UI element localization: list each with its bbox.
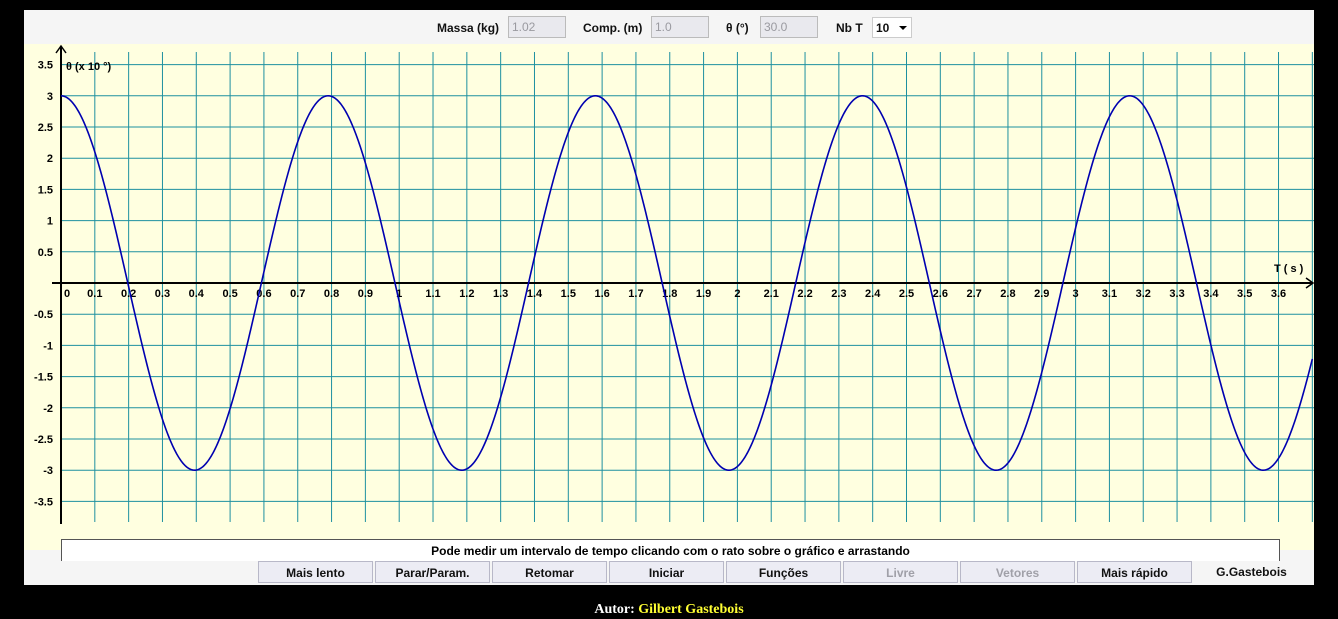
y-tick-label: 2.5	[38, 122, 53, 134]
author-label: Autor:	[594, 602, 635, 617]
y-tick-label: 3.5	[38, 60, 53, 72]
angle-field[interactable]: 30.0	[760, 16, 818, 38]
x-tick-label: 1.9	[696, 288, 711, 300]
y-tick-label: -2	[43, 403, 53, 415]
x-tick-label: 3.6	[1271, 288, 1286, 300]
x-tick-label: 2.7	[966, 288, 981, 300]
button-vetores: Vetores	[960, 561, 1075, 583]
y-tick-label: 1	[47, 216, 53, 228]
x-tick-label: 3	[1073, 288, 1079, 300]
x-tick-label: 3.3	[1169, 288, 1184, 300]
nbt-selected-value: 10	[876, 21, 890, 35]
axes	[52, 44, 1314, 524]
button-iniciar[interactable]: Iniciar	[609, 561, 724, 583]
x-tick-label: 0	[64, 288, 70, 300]
y-tick-label: -3.5	[34, 496, 53, 508]
y-tick-label: 1.5	[38, 184, 53, 196]
nbt-select[interactable]: 10	[872, 17, 912, 38]
x-tick-label: 1.7	[628, 288, 643, 300]
x-tick-label: 0.8	[324, 288, 339, 300]
angle-time-chart[interactable]: 0 0.1 0.2 0.3 0.4 0.5 0.6 0.7 0.8 0.9 1 1.1 1.2 1.3 1.…	[24, 44, 1314, 550]
x-tick-label: 2.4	[865, 288, 881, 300]
angle-label: θ (°)	[726, 21, 749, 35]
graph-area[interactable]: 0 0.1 0.2 0.3 0.4 0.5 0.6 0.7 0.8 0.9 1 1.1 1.2 1.3 1.…	[24, 44, 1314, 550]
x-tick-label: 3.1	[1102, 288, 1117, 300]
x-tick-label: 3.5	[1237, 288, 1252, 300]
x-tick-label: 1.2	[459, 288, 474, 300]
button-retomar[interactable]: Retomar	[492, 561, 607, 583]
x-tick-label: 2.8	[1000, 288, 1015, 300]
button-mais-r-pido[interactable]: Mais rápido	[1077, 561, 1192, 583]
x-tick-label: 0.4	[189, 288, 205, 300]
author-footer: Autor: Gilbert Gastebois	[0, 602, 1338, 618]
button-mais-lento[interactable]: Mais lento	[258, 561, 373, 583]
x-tick-label: 1.4	[527, 288, 543, 300]
y-tick-label: -0.5	[34, 309, 53, 321]
x-tick-label: 1.5	[561, 288, 576, 300]
x-tick-label: 2.3	[831, 288, 846, 300]
button-parar-param[interactable]: Parar/Param.	[375, 561, 490, 583]
length-label: Comp. (m)	[583, 21, 643, 35]
nbt-label: Nb T	[836, 21, 863, 35]
button-fun-es[interactable]: Funções	[726, 561, 841, 583]
x-tick-label: 2.2	[797, 288, 812, 300]
x-tick-label: 0.7	[290, 288, 305, 300]
y-tick-label: 2	[47, 153, 53, 165]
y-tick-label: -3	[43, 465, 53, 477]
x-tick-label: 2.1	[764, 288, 779, 300]
mass-label: Massa (kg)	[437, 21, 500, 35]
author-name: Gilbert Gastebois	[638, 602, 744, 617]
x-tick-label: 0.9	[358, 288, 373, 300]
pendulum-applet: Massa (kg) 1.02 Comp. (m) 1.0 θ (°) 30.0…	[24, 10, 1314, 585]
y-tick-label: -2.5	[34, 434, 53, 446]
chevron-down-icon	[899, 26, 907, 30]
info-message: Pode medir um intervalo de tempo clicand…	[61, 539, 1280, 561]
x-tick-label: 1.1	[425, 288, 440, 300]
parameter-bar: Massa (kg) 1.02 Comp. (m) 1.0 θ (°) 30.0…	[24, 10, 1314, 44]
x-tick-labels: 0 0.1 0.2 0.3 0.4 0.5 0.6 0.7 0.8 0.9 1 1.1 1.2 1.3 1.…	[64, 288, 1286, 300]
x-tick-label: 2.6	[933, 288, 948, 300]
y-tick-label: 0.5	[38, 247, 53, 259]
y-tick-label: 3	[47, 91, 53, 103]
grid	[61, 52, 1314, 522]
x-tick-label: 2.9	[1034, 288, 1049, 300]
x-tick-label: 3.4	[1203, 288, 1219, 300]
x-tick-label: 2	[734, 288, 740, 300]
mass-field[interactable]: 1.02	[508, 16, 566, 38]
x-axis-label: T ( s )	[1274, 263, 1304, 275]
y-tick-label: -1	[43, 340, 53, 352]
length-field[interactable]: 1.0	[651, 16, 709, 38]
x-tick-label: 1.6	[594, 288, 609, 300]
x-tick-label: 1.3	[493, 288, 508, 300]
x-tick-label: 0.3	[155, 288, 170, 300]
x-tick-label: 0.5	[222, 288, 237, 300]
x-tick-label: 3.2	[1136, 288, 1151, 300]
button-livre: Livre	[843, 561, 958, 583]
y-axis-label: θ (x 10 °)	[66, 61, 112, 73]
y-tick-label: -1.5	[34, 372, 53, 384]
x-tick-label: 0.1	[87, 288, 102, 300]
button-g-gastebois[interactable]: G.Gastebois	[1194, 561, 1309, 583]
x-tick-label: 2.5	[899, 288, 914, 300]
y-tick-labels: 3.5 3 2.5 2 1.5 1 0.5 -0.5 -1 -1.5 -2 -2.5 -3 -3.5	[34, 60, 53, 509]
